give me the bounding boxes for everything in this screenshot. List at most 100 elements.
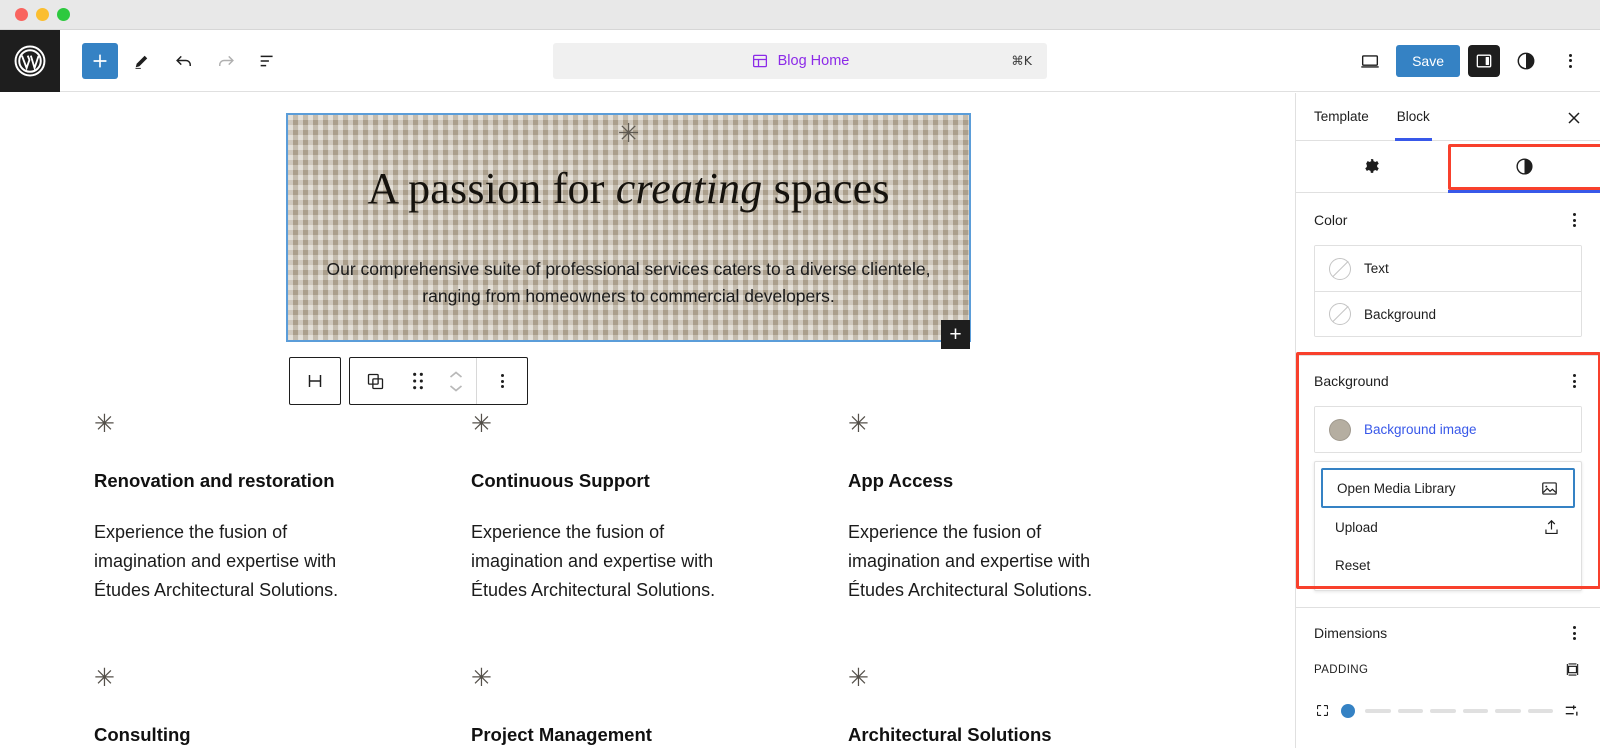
document-title-group: Blog Home [751,52,849,70]
padding-slider-row [1314,701,1582,720]
slider-segment[interactable] [1495,708,1521,713]
document-bar-wrapper: Blog Home ⌘K [553,42,1047,79]
kebab-dots [1563,50,1578,72]
undo-button[interactable] [166,43,202,79]
feature-body[interactable]: Experience the fusion of imagination and… [848,518,1133,605]
color-row-background[interactable]: Background [1315,291,1581,336]
color-section: Color Text Background [1296,193,1600,337]
feature-title[interactable]: Architectural Solutions [848,724,1225,746]
feature-title[interactable]: App Access [848,470,1225,492]
header-tools [60,42,286,79]
block-options-button[interactable] [477,358,527,404]
background-section-options-icon[interactable] [1567,370,1582,392]
feature-title[interactable]: Project Management [471,724,848,746]
dimensions-section-options-icon[interactable] [1567,622,1582,644]
hero-subtitle-line-1: Our comprehensive suite of professional … [326,259,931,279]
dimensions-section: Dimensions PADDING [1296,607,1600,720]
block-type-group [289,357,341,405]
feature-body[interactable]: Experience the fusion of imagination and… [471,518,756,605]
sliders-icon[interactable] [1563,701,1582,720]
save-button[interactable]: Save [1396,44,1460,77]
background-section-header: Background [1314,370,1582,392]
editor-header: Blog Home ⌘K Save [0,29,1600,92]
tab-template[interactable]: Template [1314,93,1369,141]
editor-canvas: ✳ A passion for creating spaces Our comp… [0,93,1263,748]
edit-tool-button[interactable] [124,43,160,79]
hero-heading[interactable]: A passion for creating spaces [367,163,889,214]
add-block-button[interactable] [82,42,118,79]
drag-dots-icon[interactable] [400,358,436,404]
reset-label: Reset [1335,557,1371,573]
cover-block[interactable]: ✳ A passion for creating spaces Our comp… [286,113,971,349]
block-toolbar [289,357,528,405]
color-row-text[interactable]: Text [1315,246,1581,291]
hero-heading-after: spaces [762,164,890,213]
window-titlebar [0,0,1600,30]
padding-label: PADDING [1314,663,1369,676]
feature-decoration-asterisk: ✳ [471,663,492,693]
reset-item[interactable]: Reset [1321,546,1575,584]
color-row-background-label: Background [1364,306,1437,322]
feature-title[interactable]: Consulting [94,724,471,746]
slider-segment[interactable] [1365,708,1391,713]
open-media-library-item[interactable]: Open Media Library [1321,468,1575,508]
padding-slider-track[interactable] [1365,708,1553,713]
window-close-button[interactable] [15,8,28,21]
feature-item: ✳ Architectural Solutions [848,665,1225,748]
background-image-swatch [1329,418,1351,441]
chevron-up-down-icon[interactable] [436,358,476,404]
slider-segment[interactable] [1462,708,1488,713]
hero-decoration-asterisk: ✳ [617,119,640,149]
subtab-styles[interactable] [1448,141,1600,193]
open-media-library-label: Open Media Library [1337,480,1456,496]
list-view-button[interactable] [250,43,286,79]
wordpress-logo-icon[interactable] [0,29,60,92]
feature-decoration-asterisk: ✳ [848,663,869,693]
window-maximize-button[interactable] [57,8,70,21]
desktop-preview-icon[interactable] [1352,43,1388,79]
more-options-vertical-icon[interactable] [1552,43,1588,79]
feature-title[interactable]: Renovation and restoration [94,470,471,492]
upload-item[interactable]: Upload [1321,508,1575,546]
hero-subtitle[interactable]: Our comprehensive suite of professional … [290,256,968,310]
color-options-list: Text Background [1314,245,1582,337]
slider-segment[interactable] [1527,708,1553,713]
feature-decoration-asterisk: ✳ [94,409,115,438]
app-root: Blog Home ⌘K Save ✳ A passion for creati… [0,0,1600,748]
slider-segment[interactable] [1397,708,1423,713]
gear-icon [1362,157,1382,177]
styles-contrast-icon[interactable] [1508,43,1544,79]
document-bar[interactable]: Blog Home ⌘K [553,42,1047,79]
cover-block-icon[interactable] [290,358,340,404]
command-shortcut-label: ⌘K [1011,53,1032,68]
cover-block-wrapper: ✳ A passion for creating spaces Our comp… [286,113,971,349]
block-appender-button[interactable]: + [941,320,970,349]
color-section-title: Color [1314,212,1348,228]
slider-segment[interactable] [1430,708,1456,713]
template-layout-icon [751,52,769,70]
copy-block-icon[interactable] [350,358,400,404]
kebab-dots [495,370,510,392]
padding-box-icon [1314,702,1331,719]
hero-heading-emphasis: creating [615,164,763,213]
feature-title[interactable]: Continuous Support [471,470,848,492]
subtab-settings[interactable] [1296,141,1448,192]
settings-sidebar-icon[interactable] [1468,44,1500,77]
close-icon[interactable] [1562,106,1586,130]
window-minimize-button[interactable] [36,8,49,21]
hero-heading-before: A passion for [367,164,616,213]
feature-body[interactable]: Experience the fusion of imagination and… [94,518,379,605]
color-section-options-icon[interactable] [1567,209,1582,231]
feature-item: ✳ Renovation and restoration Experience … [94,411,471,605]
tab-block[interactable]: Block [1394,93,1432,141]
hero-subtitle-line-2: ranging from homeowners to commercial de… [422,286,835,307]
padding-sides-icon[interactable] [1563,660,1582,679]
padding-slider-thumb[interactable] [1341,703,1355,718]
styles-contrast-icon [1514,156,1535,177]
color-row-text-label: Text [1364,261,1389,276]
background-image-row[interactable]: Background image [1315,407,1581,452]
background-image-dropdown-menu: Open Media Library Upload Reset [1314,461,1582,591]
feature-item: ✳ App Access Experience the fusion of im… [848,411,1225,605]
feature-decoration-asterisk: ✳ [848,409,869,438]
redo-button[interactable] [208,43,244,79]
